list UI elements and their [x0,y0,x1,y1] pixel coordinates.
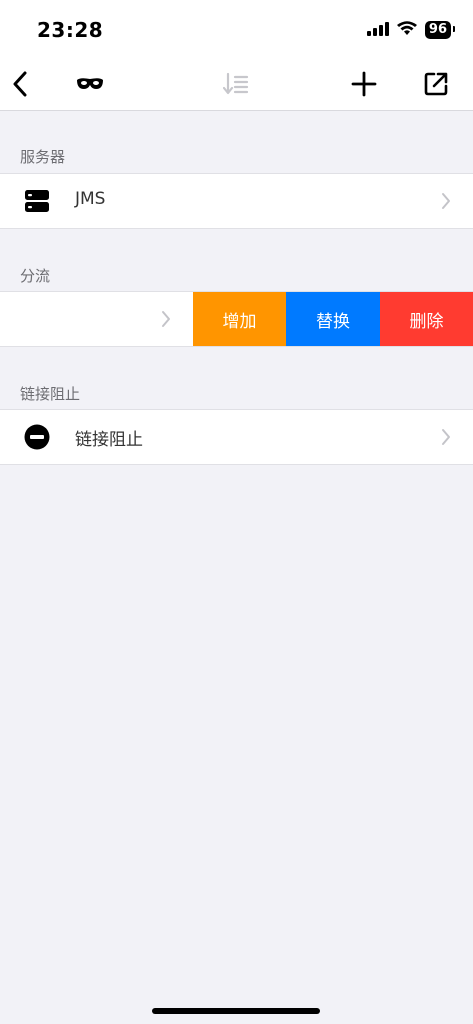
navigation-bar [0,58,473,111]
sort-icon [223,72,249,95]
add-action-button[interactable]: 增加 [193,292,286,346]
chevron-right-icon [442,193,450,209]
block-label: 链接阻止 [75,430,143,450]
plus-icon [351,71,377,97]
home-indicator[interactable] [152,1008,320,1014]
status-time: 23:28 [37,18,104,42]
block-icon [24,424,50,450]
section-header-split: 分流 [20,267,51,285]
back-button[interactable] [2,66,38,102]
add-button[interactable] [346,66,382,102]
wifi-icon [396,20,417,40]
mask-button[interactable] [72,66,108,102]
chevron-right-icon [442,429,450,445]
replace-action-button[interactable]: 替换 [286,292,380,346]
status-bar: 23:28 96 [0,0,473,58]
server-label: JMS [75,189,106,209]
sort-button[interactable] [218,66,254,102]
section-header-block: 链接阻止 [20,385,81,403]
battery-icon: 96 [424,21,456,39]
external-link-icon [424,72,448,96]
delete-action-button[interactable]: 删除 [380,292,473,346]
chevron-right-icon [162,311,170,327]
mask-icon [77,78,103,89]
server-icon [25,190,49,212]
split-row[interactable]: 增加 替换 删除 [0,291,473,347]
section-header-server: 服务器 [20,148,66,166]
signal-icon [366,21,389,40]
chevron-left-icon [13,71,27,97]
server-row[interactable]: JMS [0,173,473,229]
share-button[interactable] [418,66,454,102]
block-row[interactable]: 链接阻止 [0,409,473,465]
status-icons: 96 [366,20,456,40]
